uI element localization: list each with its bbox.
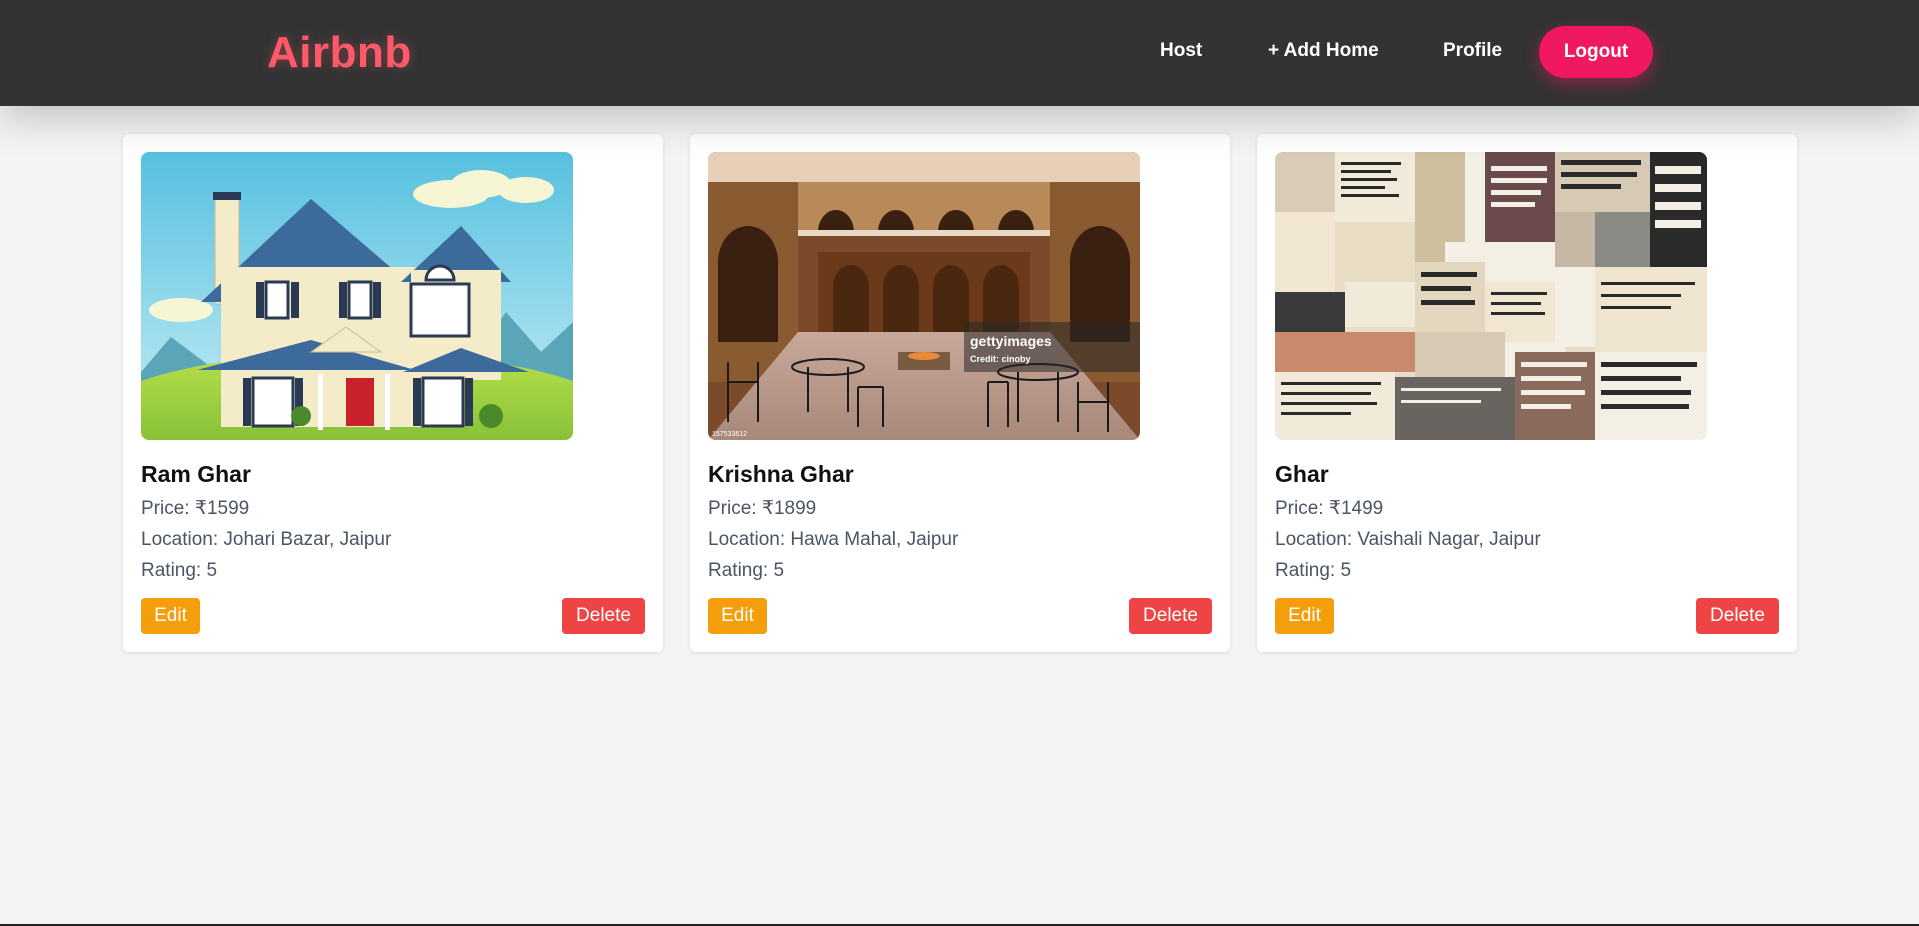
- home-card: Ram Ghar Price: ₹1599 Location: Johari B…: [123, 134, 663, 652]
- location-label: Location:: [1275, 529, 1358, 550]
- home-location: Location: Johari Bazar, Jaipur: [141, 529, 391, 551]
- nav-host-link[interactable]: Host: [1160, 40, 1202, 62]
- price-value: ₹1599: [194, 498, 250, 519]
- home-rating: Rating: 5: [1275, 560, 1351, 582]
- home-name: Krishna Ghar: [708, 461, 854, 487]
- location-value: Johari Bazar, Jaipur: [223, 529, 392, 550]
- nav-profile-link[interactable]: Profile: [1443, 40, 1502, 62]
- home-image: gettyimages Credit: cinoby 157533612: [708, 152, 1140, 440]
- location-value: Hawa Mahal, Jaipur: [790, 529, 959, 550]
- home-location: Location: Vaishali Nagar, Jaipur: [1275, 529, 1541, 551]
- price-label: Price:: [708, 498, 762, 519]
- quotes-collage-image: [1275, 152, 1707, 440]
- rating-label: Rating:: [1275, 560, 1341, 581]
- haveli-courtyard-image: gettyimages Credit: cinoby 157533612: [708, 152, 1140, 440]
- price-label: Price:: [1275, 498, 1329, 519]
- home-rating: Rating: 5: [708, 560, 784, 582]
- home-image: [1275, 152, 1707, 440]
- home-name: Ram Ghar: [141, 461, 251, 487]
- image-id: 157533612: [712, 431, 747, 438]
- watermark-text: gettyimages: [970, 333, 1052, 349]
- navbar: Airbnb Host + Add Home Profile Logout: [0, 0, 1919, 106]
- location-label: Location:: [708, 529, 791, 550]
- edit-button[interactable]: Edit: [1275, 598, 1334, 634]
- logout-button[interactable]: Logout: [1539, 26, 1653, 78]
- home-location: Location: Hawa Mahal, Jaipur: [708, 529, 958, 551]
- house-illustration-image: [141, 152, 573, 440]
- location-value: Vaishali Nagar, Jaipur: [1357, 529, 1541, 550]
- brand-logo[interactable]: Airbnb: [267, 28, 412, 78]
- edit-button[interactable]: Edit: [708, 598, 767, 634]
- price-value: ₹1899: [761, 498, 817, 519]
- delete-button[interactable]: Delete: [562, 598, 645, 634]
- nav-add-home-link[interactable]: + Add Home: [1268, 40, 1379, 62]
- home-image: [141, 152, 573, 440]
- delete-button[interactable]: Delete: [1696, 598, 1779, 634]
- edit-button[interactable]: Edit: [141, 598, 200, 634]
- home-price: Price: ₹1899: [708, 497, 816, 520]
- home-price: Price: ₹1499: [1275, 497, 1383, 520]
- rating-label: Rating:: [708, 560, 774, 581]
- image-credit: Credit: cinoby: [970, 354, 1031, 364]
- home-rating: Rating: 5: [141, 560, 217, 582]
- rating-value: 5: [206, 560, 218, 581]
- location-label: Location:: [141, 529, 224, 550]
- price-value: ₹1499: [1328, 498, 1384, 519]
- delete-button[interactable]: Delete: [1129, 598, 1212, 634]
- home-price: Price: ₹1599: [141, 497, 249, 520]
- rating-label: Rating:: [141, 560, 207, 581]
- rating-value: 5: [1340, 560, 1352, 581]
- home-name: Ghar: [1275, 461, 1329, 487]
- home-card: gettyimages Credit: cinoby 157533612 Kri…: [690, 134, 1230, 652]
- home-card: Ghar Price: ₹1499 Location: Vaishali Nag…: [1257, 134, 1797, 652]
- price-label: Price:: [141, 498, 195, 519]
- rating-value: 5: [773, 560, 785, 581]
